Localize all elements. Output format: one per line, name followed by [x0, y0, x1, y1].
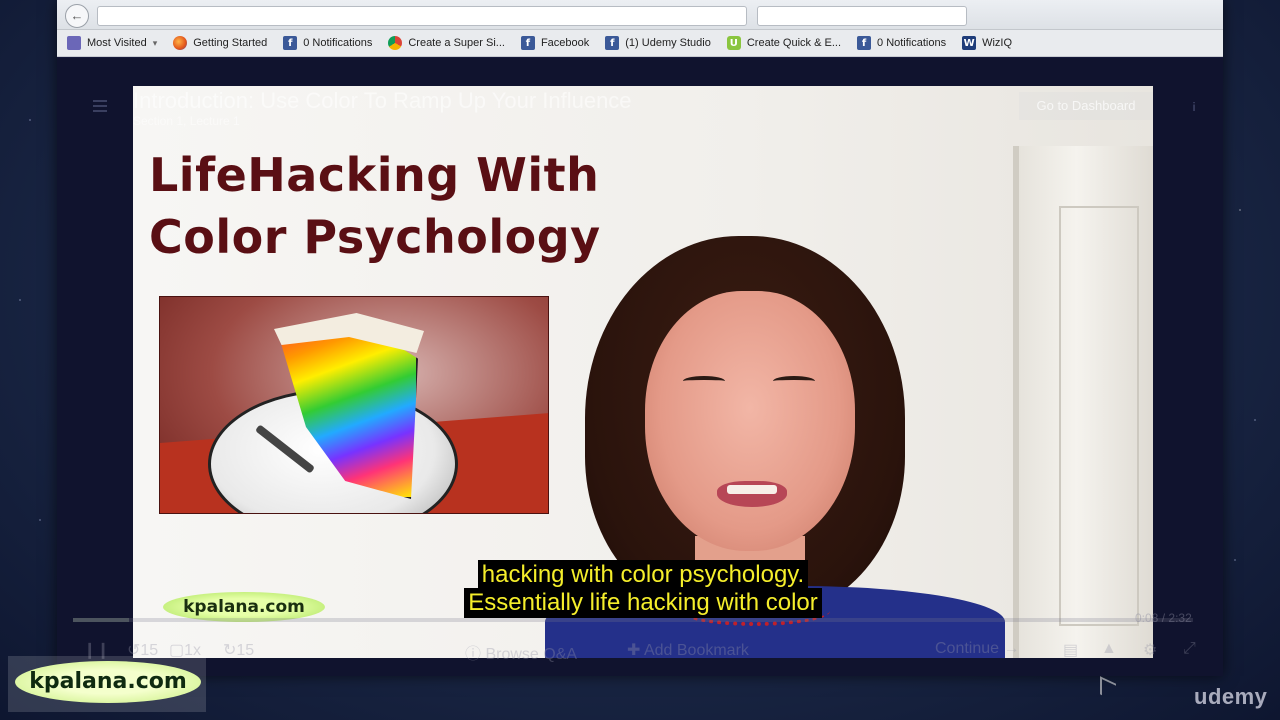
progress-fill	[73, 618, 129, 622]
bookmarks-bar: Most Visited ▾ Getting Started f 0 Notif…	[57, 30, 1223, 57]
presenter-eye-right	[773, 376, 815, 386]
forward-button[interactable]: ↻15	[223, 640, 254, 660]
udemy-watermark: udemy	[1194, 684, 1268, 709]
facebook-icon: f	[283, 36, 298, 50]
search-input[interactable]	[757, 6, 967, 26]
fullscreen-icon[interactable]: ⤢	[1183, 640, 1196, 658]
player-controls: ❙❙ ↺15 ▢1x ↻15 ⓘ Browse Q&A ✚ Add Bookma…	[57, 628, 1223, 668]
info-icon[interactable]: i	[1187, 100, 1201, 114]
bookmark-label: Facebook	[540, 37, 590, 49]
folder-icon	[67, 36, 81, 50]
lecture-title: Introduction: Use Color To Ramp Up Your …	[133, 88, 632, 113]
bookmark-label: Create a Super Si...	[408, 37, 505, 49]
facebook-icon: f	[857, 36, 872, 50]
time-total: 2:32	[1168, 611, 1192, 625]
progress-bar[interactable]	[73, 618, 1193, 622]
bookmark-notifications[interactable]: f 0 Notifications	[283, 36, 372, 50]
bookmark-facebook[interactable]: f Facebook	[520, 36, 590, 50]
captions-icon[interactable]: ▤	[1063, 640, 1078, 660]
caption-text: Essentially life hacking with color	[464, 588, 822, 618]
bookmark-label: 0 Notifications	[877, 37, 947, 49]
bookmark-notifications-2[interactable]: f 0 Notifications	[857, 36, 946, 50]
browse-qa-button[interactable]: ⓘ Browse Q&A	[465, 640, 577, 664]
add-bookmark-button[interactable]: ✚ Add Bookmark	[627, 640, 749, 660]
menu-icon[interactable]	[93, 100, 107, 112]
chevron-down-icon: ▾	[152, 37, 158, 48]
bookmark-label: (1) Udemy Studio	[625, 37, 711, 49]
forward-seconds: 15	[236, 642, 255, 659]
bookmark-create-quick[interactable]: U Create Quick & E...	[726, 36, 842, 50]
url-toolbar: ←	[57, 0, 1223, 30]
continue-button[interactable]: Continue →	[935, 640, 1020, 658]
bookmark-label: Most Visited	[87, 37, 147, 49]
page-viewport: i LifeHacking With Color Psychology Intr…	[57, 58, 1223, 676]
bookmark-label: Create Quick & E...	[746, 37, 842, 49]
slide-title-line1: LifeHacking With	[149, 148, 600, 202]
udemy-icon: U	[726, 36, 741, 50]
caption-line-2: Essentially life hacking with color	[133, 588, 1153, 618]
browser-window: ← Most Visited ▾ Getting Started f 0 Not…	[57, 0, 1223, 676]
go-to-dashboard-button[interactable]: Go to Dashboard	[1019, 92, 1153, 120]
kpalana-watermark: kpalana.com	[15, 661, 201, 703]
chrome-icon	[388, 36, 403, 50]
volume-icon[interactable]: ▲	[1101, 640, 1117, 658]
add-bookmark-label: Add Bookmark	[643, 642, 749, 659]
presenter-mouth	[717, 481, 787, 507]
rainbow-cake-image	[159, 296, 549, 514]
bookmark-label: Getting Started	[193, 37, 268, 49]
presenter-eye-left	[683, 376, 725, 386]
presenter-teeth	[727, 485, 777, 494]
bookmark-udemy-studio[interactable]: f (1) Udemy Studio	[605, 36, 711, 50]
time-current: 0:08	[1135, 611, 1159, 625]
video-player[interactable]: LifeHacking With Color Psychology Introd…	[133, 86, 1153, 658]
lecture-subtitle: Section 1, Lecture 1	[133, 114, 240, 128]
time-display: 0:08 / 2:32	[1135, 611, 1192, 625]
wiziq-icon: W	[962, 36, 977, 50]
browse-qa-label: Browse Q&A	[485, 646, 578, 663]
facebook-icon: f	[605, 36, 620, 50]
url-input[interactable]	[97, 6, 747, 26]
back-button[interactable]: ←	[65, 4, 89, 28]
facebook-icon: f	[520, 36, 535, 50]
mouse-cursor-icon	[1100, 676, 1116, 702]
time-separator: /	[1161, 611, 1166, 625]
firefox-icon	[173, 36, 188, 50]
gear-icon[interactable]: ⚙	[1143, 640, 1157, 660]
caption-line-1: hacking with color psychology.	[133, 560, 1153, 590]
bookmark-most-visited[interactable]: Most Visited ▾	[67, 36, 157, 50]
bookmark-getting-started[interactable]: Getting Started	[173, 36, 267, 50]
bookmark-wiziq[interactable]: W WizIQ	[962, 36, 1012, 50]
bookmark-create-super-site[interactable]: Create a Super Si...	[388, 36, 505, 50]
continue-label: Continue	[935, 640, 1000, 657]
presenter-face	[645, 291, 855, 551]
bookmark-label: 0 Notifications	[303, 37, 373, 49]
bookmark-label: WizIQ	[982, 37, 1013, 49]
caption-text: hacking with color psychology.	[477, 560, 809, 590]
